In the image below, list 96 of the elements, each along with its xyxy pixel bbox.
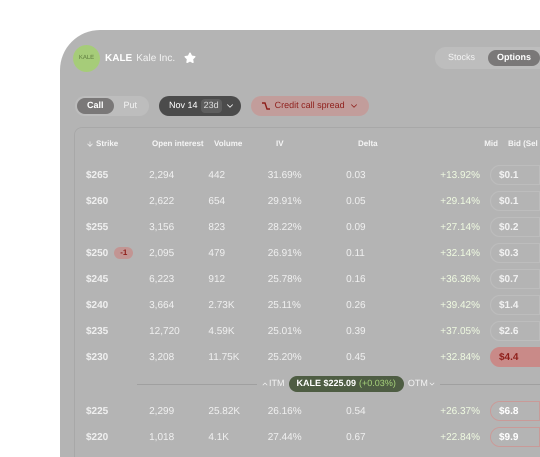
table-cell: 823 bbox=[208, 222, 226, 232]
table-cell: 29.91% bbox=[268, 196, 302, 206]
column-header: Delta bbox=[358, 138, 378, 150]
table-cell: 0.67 bbox=[346, 432, 366, 442]
position-badge: -1 bbox=[114, 247, 134, 259]
table-cell: 25.01% bbox=[268, 326, 302, 336]
mid-change: +32.14% bbox=[440, 246, 480, 260]
price-change: (+0.03%) bbox=[359, 377, 396, 390]
strike-cell-text: $265 bbox=[86, 168, 108, 182]
table-cell: 0.54 bbox=[346, 406, 366, 416]
bid-button[interactable]: $0.3 bbox=[490, 243, 540, 263]
table-cell: 3,664 bbox=[149, 300, 174, 310]
bid-button[interactable]: $0.2 bbox=[490, 217, 540, 237]
table-cell: 0.39 bbox=[346, 326, 366, 336]
table-cell: 28.22% bbox=[268, 222, 302, 232]
column-header: Volume bbox=[214, 138, 242, 150]
table-cell: 2.73K bbox=[208, 300, 235, 310]
table-cell: 0.16 bbox=[346, 274, 366, 284]
mid-change: +39.42% bbox=[440, 298, 480, 312]
table-cell: 479 bbox=[208, 248, 226, 258]
table-cell: 4.59K bbox=[208, 326, 235, 336]
strike-cell-text: $230 bbox=[86, 350, 108, 364]
trend-down-icon bbox=[260, 102, 271, 110]
table-cell: 0.03 bbox=[346, 170, 366, 180]
table-cell: 2,622 bbox=[149, 196, 174, 206]
bid-button[interactable]: $2.6 bbox=[490, 321, 540, 341]
mid-change: +37.05% bbox=[440, 324, 480, 338]
expiry-dropdown[interactable]: Nov 14 23d bbox=[159, 96, 241, 116]
column-header: Mid bbox=[484, 138, 498, 150]
current-price: KALE $225.09 bbox=[296, 377, 356, 390]
table-cell: 6,223 bbox=[149, 274, 174, 284]
bid-button[interactable]: $9.9 bbox=[490, 427, 540, 447]
expiry-date: Nov 14 bbox=[169, 99, 198, 112]
table-cell: 442 bbox=[208, 170, 226, 180]
mid-change: +32.84% bbox=[440, 350, 480, 364]
mid-change: +22.84% bbox=[440, 430, 480, 444]
strike-cell-text: $235 bbox=[86, 324, 108, 338]
option-type-tab[interactable]: Call bbox=[77, 98, 114, 114]
bid-button[interactable]: $1.4 bbox=[490, 295, 540, 315]
company-name: Kale Inc. bbox=[136, 52, 176, 66]
table-cell: 2,299 bbox=[149, 406, 174, 416]
table-cell: 0.09 bbox=[346, 222, 366, 232]
table-cell: 0.11 bbox=[346, 248, 365, 258]
strike-cell-text: $245 bbox=[86, 272, 108, 286]
table-cell: 654 bbox=[208, 196, 226, 206]
table-cell: 25.82K bbox=[208, 406, 240, 416]
table-cell: 25.11% bbox=[268, 300, 301, 310]
bid-button[interactable]: $4.4 bbox=[490, 347, 540, 367]
table-cell: 4.1K bbox=[208, 432, 229, 442]
strategy-label: Credit call spread bbox=[274, 99, 345, 112]
table-cell: 3,208 bbox=[149, 352, 174, 362]
star-icon[interactable] bbox=[184, 52, 196, 64]
strike-cell-text: $220 bbox=[86, 430, 108, 444]
strike-cell-text: $255 bbox=[86, 220, 108, 234]
table-cell: 0.05 bbox=[346, 196, 366, 206]
table-cell: 31.69% bbox=[268, 170, 302, 180]
column-header: Open interest bbox=[152, 138, 204, 150]
strike-cell-text: $250 bbox=[86, 246, 108, 260]
table-cell: 0.26 bbox=[346, 300, 366, 310]
chevron-down-icon bbox=[428, 380, 436, 388]
column-header: Bid (Sel bbox=[508, 138, 538, 150]
strategy-dropdown[interactable]: Credit call spread bbox=[250, 96, 369, 116]
table-cell: 26.91% bbox=[268, 248, 302, 258]
view-tab[interactable]: Options bbox=[488, 50, 540, 66]
strike-cell-text: $225 bbox=[86, 404, 108, 418]
bid-button[interactable]: $0.1 bbox=[490, 191, 540, 211]
column-header: IV bbox=[276, 138, 284, 150]
chevron-up-icon bbox=[261, 380, 269, 388]
bid-button[interactable]: $0.1 bbox=[490, 165, 540, 185]
mid-change: +27.14% bbox=[440, 220, 480, 234]
mid-change: +36.36% bbox=[440, 272, 480, 286]
strike-cell-text: $240 bbox=[86, 298, 108, 312]
ticker-symbol: KALE bbox=[105, 52, 132, 66]
table-cell: 3,156 bbox=[149, 222, 174, 232]
days-badge: 23d bbox=[200, 99, 222, 113]
table-cell: 2,294 bbox=[149, 170, 174, 180]
otm-label: OTM bbox=[408, 377, 428, 390]
table-cell: 0.45 bbox=[346, 352, 366, 362]
table-cell: 1,018 bbox=[149, 432, 174, 442]
mid-change: +29.14% bbox=[440, 194, 480, 208]
mid-change: +13.92% bbox=[440, 168, 480, 182]
strike-cell-text: $260 bbox=[86, 194, 108, 208]
table-cell: 12,720 bbox=[149, 326, 180, 336]
table-cell: 25.20% bbox=[268, 352, 302, 362]
table-cell: 26.16% bbox=[268, 406, 302, 416]
bid-button[interactable]: $0.7 bbox=[490, 269, 540, 289]
table-cell: 2,095 bbox=[149, 248, 174, 258]
sort-arrow-icon bbox=[86, 140, 94, 148]
table-cell: 912 bbox=[208, 274, 226, 284]
mid-change: +26.37% bbox=[440, 404, 480, 418]
bid-button[interactable]: $6.8 bbox=[490, 401, 540, 421]
table-cell: 27.44% bbox=[268, 432, 302, 442]
itm-label: ITM bbox=[269, 377, 284, 390]
table-cell: 11.75K bbox=[208, 352, 240, 362]
column-header[interactable]: Strike bbox=[96, 138, 118, 150]
table-cell: 25.78% bbox=[268, 274, 302, 284]
